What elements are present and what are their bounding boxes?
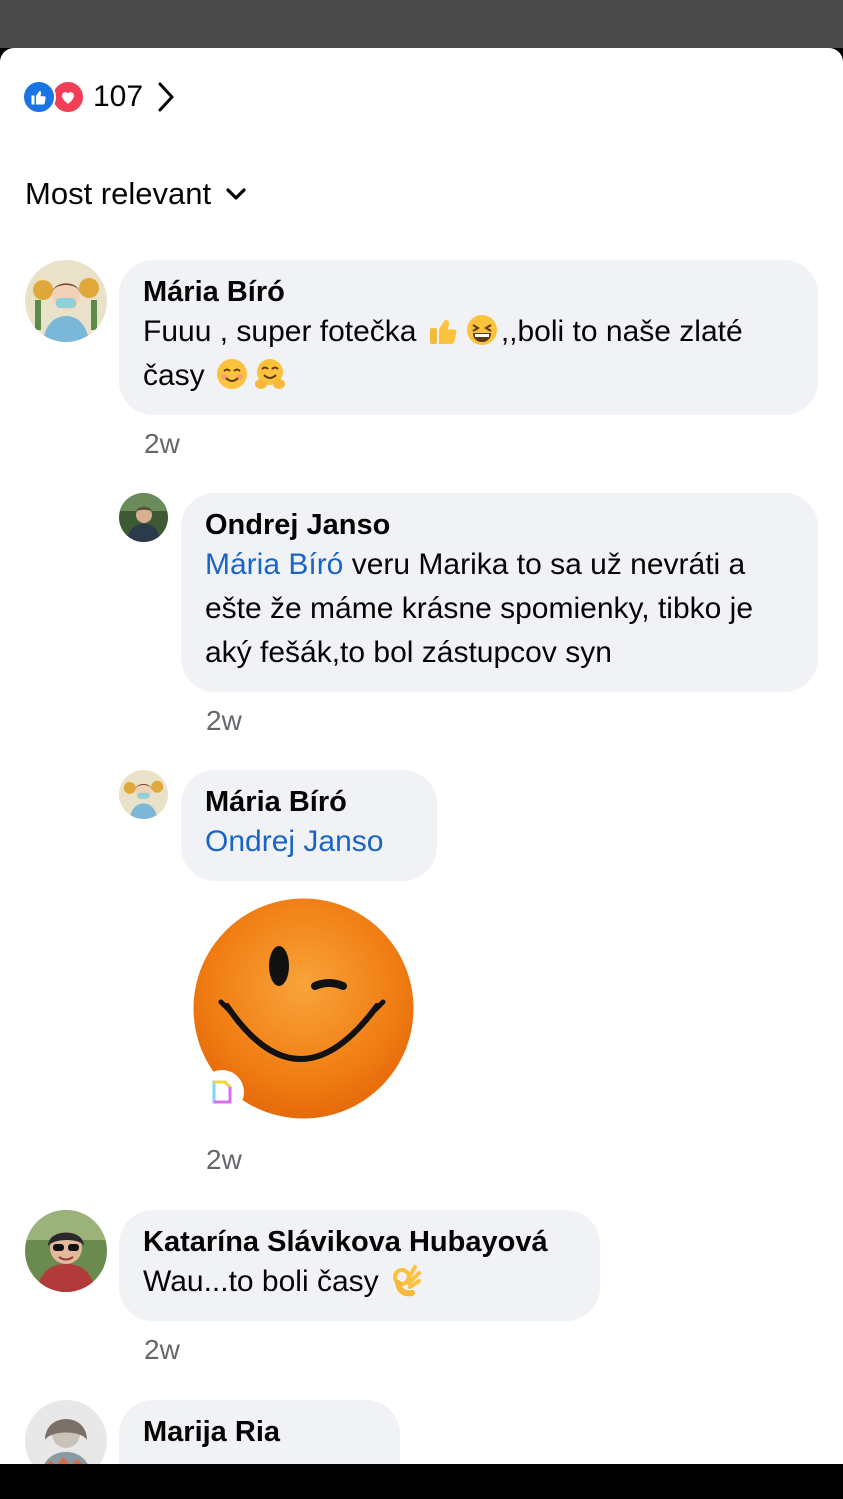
reaction-count: 107 (93, 80, 144, 113)
comment-timestamp[interactable]: 2w (206, 1144, 242, 1176)
navigation-bar (0, 1464, 843, 1499)
comment-author[interactable]: Katarína Slávikova Hubayová (143, 1224, 576, 1260)
comments-sheet: 107 Most relevant Mária Bíró Fuuu , supe… (0, 48, 843, 1464)
comment-author[interactable]: Marija Ria (143, 1414, 376, 1450)
comment-author[interactable]: Mária Bíró (205, 784, 413, 820)
ok-hand-emoji (389, 1263, 423, 1297)
thumbs-up-emoji (427, 313, 461, 347)
sort-dropdown[interactable]: Most relevant (25, 176, 247, 212)
grinning-squinting-emoji (465, 313, 499, 347)
comment-bubble: Mária Bíró Ondrej Janso (181, 770, 437, 881)
comment-bubble: Katarína Slávikova Hubayová Wau...to bol… (119, 1210, 600, 1321)
comment-timestamp[interactable]: 2w (144, 1334, 180, 1366)
smiling-emoji (215, 357, 249, 391)
sticker-badge-icon (200, 1070, 244, 1114)
comment-timestamp[interactable]: 2w (144, 428, 180, 460)
reactions-summary[interactable]: 107 (22, 80, 175, 114)
comment-bubble: Ondrej Janso Mária Bíró veru Marika to s… (181, 493, 818, 692)
like-icon (22, 80, 56, 114)
hugging-emoji (253, 357, 287, 391)
avatar[interactable] (25, 1210, 107, 1292)
chevron-right-icon[interactable] (157, 81, 175, 113)
comment-bubble: Marija Ria (119, 1400, 400, 1464)
comment-text: Mária Bíró veru Marika to sa už nevráti … (205, 548, 754, 669)
love-icon (51, 80, 85, 114)
mention-link[interactable]: Mária Bíró (205, 548, 343, 581)
avatar[interactable] (25, 260, 107, 342)
comment-text: Fuuu , super fotečka ,,boli to naše zlat… (143, 313, 743, 392)
avatar[interactable] (119, 493, 168, 542)
sort-label: Most relevant (25, 176, 212, 211)
avatar[interactable] (119, 770, 168, 819)
comment-timestamp[interactable]: 2w (206, 705, 242, 737)
chevron-down-icon (225, 187, 247, 201)
comment-text: Ondrej Janso (205, 820, 413, 864)
comment-bubble: Mária Bíró Fuuu , super fotečka ,,boli t… (119, 260, 818, 415)
mention-link[interactable]: Ondrej Janso (205, 825, 383, 858)
avatar[interactable] (25, 1400, 107, 1464)
comment-text: Wau...to boli časy (143, 1260, 576, 1304)
comment-author[interactable]: Mária Bíró (143, 274, 794, 310)
comment-author[interactable]: Ondrej Janso (205, 507, 794, 543)
status-bar (0, 0, 843, 48)
